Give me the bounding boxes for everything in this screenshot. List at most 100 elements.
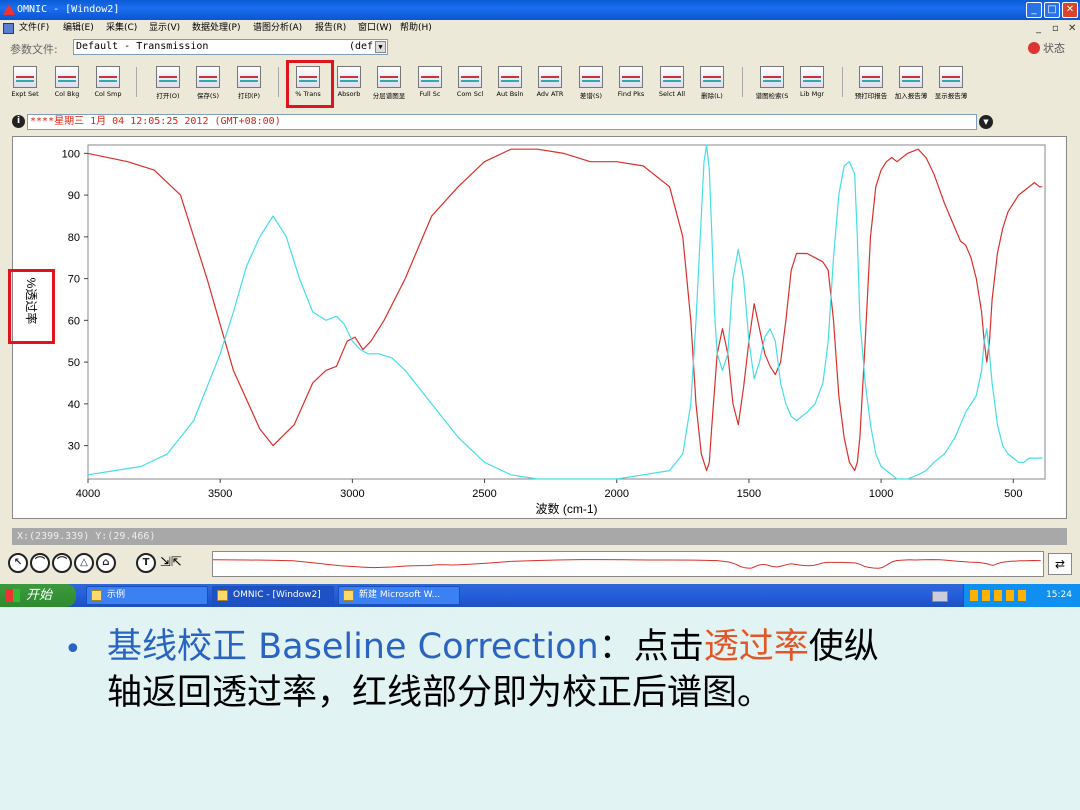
absorbance-icon xyxy=(337,66,361,88)
swap-arrows-icon[interactable]: ⇄ xyxy=(1048,553,1072,575)
start-button[interactable]: 开始 xyxy=(0,584,76,607)
menu-window[interactable]: 窗口(W) xyxy=(358,20,392,37)
atr-crystal-icon xyxy=(538,66,562,88)
library-search-button[interactable]: 谱图检索(S xyxy=(754,64,790,108)
auto-baseline-icon xyxy=(498,66,522,88)
preview-report-label: 预打印报告 xyxy=(854,92,888,100)
menu-edit[interactable]: 编辑(E) xyxy=(63,20,94,37)
minimize-button[interactable]: _ xyxy=(1026,2,1042,18)
col-bkg-label: Col Bkg xyxy=(54,90,80,98)
add-to-notebook-label: 加入报告薄 xyxy=(894,92,928,100)
print-button[interactable]: 打印(P) xyxy=(231,64,267,108)
col-bkg-button[interactable]: Col Bkg xyxy=(49,64,85,108)
col-smp-button[interactable]: Col Smp xyxy=(90,64,126,108)
parameter-file-select[interactable]: Default - Transmission (def ▼ xyxy=(73,39,388,55)
adv-atr-label: Adv ATR xyxy=(536,90,564,98)
select-tool-icon[interactable]: ↖ xyxy=(8,553,28,573)
menu-analyze[interactable]: 谱图分析(A) xyxy=(253,20,302,37)
taskbar: 开始 示例 OMNIC - [Window2] 新建 Microsoft W..… xyxy=(0,584,1080,607)
y-tick-label: 40 xyxy=(68,399,80,411)
parameter-file-label: 参数文件: xyxy=(10,43,58,56)
x-tick-label: 2000 xyxy=(604,488,628,500)
open-button[interactable]: 打开(O) xyxy=(150,64,186,108)
full-scale-icon xyxy=(418,66,442,88)
add-to-notebook-button[interactable]: 加入报告薄 xyxy=(893,64,929,108)
save-disk-icon xyxy=(196,66,220,88)
keyboard-icon[interactable] xyxy=(932,591,948,602)
menu-report[interactable]: 报告(R) xyxy=(315,20,346,37)
delete-button[interactable]: 删除(L) xyxy=(694,64,730,108)
common-scale-icon xyxy=(458,66,482,88)
common-scale-label: Com Scl xyxy=(456,90,484,98)
windows-logo-icon xyxy=(6,589,20,602)
highlight-box-percent-trans xyxy=(286,60,334,108)
open-label: 打开(O) xyxy=(156,92,180,100)
y-tick-label: 60 xyxy=(68,315,80,327)
preview-report-icon xyxy=(859,66,883,88)
menu-help[interactable]: 帮助(H) xyxy=(400,20,432,37)
y-tick-label: 80 xyxy=(68,232,80,244)
library-manager-button[interactable]: Lib Mgr xyxy=(794,64,830,108)
caption-separator: ：点击 xyxy=(598,627,704,667)
experiment-setup-icon xyxy=(13,66,37,88)
menu-file[interactable]: 文件(F) xyxy=(19,20,49,37)
caption-rest: 使纵 xyxy=(808,627,879,667)
absorb-button[interactable]: Absorb xyxy=(331,64,367,108)
region-tool-icon[interactable]: ⌒ xyxy=(30,553,50,573)
common-scale-button[interactable]: Com Scl xyxy=(452,64,488,108)
plot-frame xyxy=(87,144,1046,480)
task-word[interactable]: 新建 Microsoft W... xyxy=(338,586,460,605)
save-button[interactable]: 保存(S) xyxy=(190,64,226,108)
overview-pane[interactable] xyxy=(212,551,1044,577)
full-scale-button[interactable]: Full Sc xyxy=(412,64,448,108)
expt-set-label: Expt Set xyxy=(11,90,39,98)
expt-set-button[interactable]: Expt Set xyxy=(7,64,43,108)
menu-collect[interactable]: 采集(C) xyxy=(106,20,137,37)
series-line-corrected xyxy=(87,148,1043,472)
peak-height-tool-icon[interactable]: ⌒ xyxy=(52,553,72,573)
text-tool-icon[interactable]: T xyxy=(136,553,156,573)
status-indicator[interactable]: 状态 xyxy=(1028,40,1065,56)
auto-baseline-button[interactable]: Aut Bsln xyxy=(492,64,528,108)
spectrum-title-field[interactable]: ****星期三 1月 04 12:05:25 2012 (GMT+08:00) xyxy=(27,114,977,130)
parameter-file-value: Default - Transmission xyxy=(76,41,209,52)
print-label: 打印(P) xyxy=(238,92,260,100)
menu-process[interactable]: 数据处理(P) xyxy=(192,20,240,37)
mdi-minimize-button[interactable]: _ xyxy=(1036,20,1041,37)
select-all-button[interactable]: Selct All xyxy=(654,64,690,108)
spectrum-chart[interactable]: 100 90 80 70 60 50 40 30 4000 3500 3000 2500 2000 150… xyxy=(13,137,1066,518)
stack-display-button[interactable]: 分层谱图显 xyxy=(371,64,407,108)
collect-sample-icon xyxy=(96,66,120,88)
zoom-arrows-icon[interactable]: ⇲⇱ xyxy=(160,555,182,570)
chevron-down-icon[interactable]: ▼ xyxy=(375,41,386,53)
adv-atr-button[interactable]: Adv ATR xyxy=(532,64,568,108)
find-peaks-button[interactable]: Find Pks xyxy=(613,64,649,108)
close-button[interactable]: ✕ xyxy=(1062,2,1078,18)
mdi-close-button[interactable]: ✕ xyxy=(1068,20,1076,37)
peak-area-tool-icon[interactable]: △ xyxy=(74,553,94,573)
preview-report-button[interactable]: 预打印报告 xyxy=(853,64,889,108)
label-tool-icon[interactable]: ⌂ xyxy=(96,553,116,573)
tray-icons[interactable] xyxy=(970,590,1030,601)
status-icon xyxy=(1028,42,1040,54)
maximize-button[interactable]: □ xyxy=(1044,2,1060,18)
task-folder[interactable]: 示例 xyxy=(86,586,208,605)
toolbar-separator xyxy=(742,67,743,97)
absorb-label: Absorb xyxy=(337,90,361,98)
collect-background-icon xyxy=(55,66,79,88)
subtract-button[interactable]: 差谱(S) xyxy=(573,64,609,108)
system-tray: 15:24 xyxy=(963,584,1080,607)
y-tick-label: 50 xyxy=(68,357,80,369)
spectrum-window[interactable]: 100 90 80 70 60 50 40 30 4000 3500 3000 2500 2000 150… xyxy=(12,136,1067,519)
x-tick-label: 1000 xyxy=(869,488,893,500)
menu-bar: 文件(F) 编辑(E) 采集(C) 显示(V) 数据处理(P) 谱图分析(A) … xyxy=(0,20,1080,37)
parameter-row: 参数文件: Default - Transmission (def ▼ 状态 xyxy=(0,37,1080,59)
chevron-down-icon[interactable]: ▼ xyxy=(979,115,993,129)
mdi-restore-button[interactable]: ▫ xyxy=(1052,20,1059,37)
select-all-icon xyxy=(660,66,684,88)
menu-view[interactable]: 显示(V) xyxy=(149,20,180,37)
view-notebook-button[interactable]: 显示报告薄 xyxy=(933,64,969,108)
toolbar-separator xyxy=(136,67,137,97)
full-scale-label: Full Sc xyxy=(419,90,441,98)
task-omnic[interactable]: OMNIC - [Window2] xyxy=(212,586,334,605)
